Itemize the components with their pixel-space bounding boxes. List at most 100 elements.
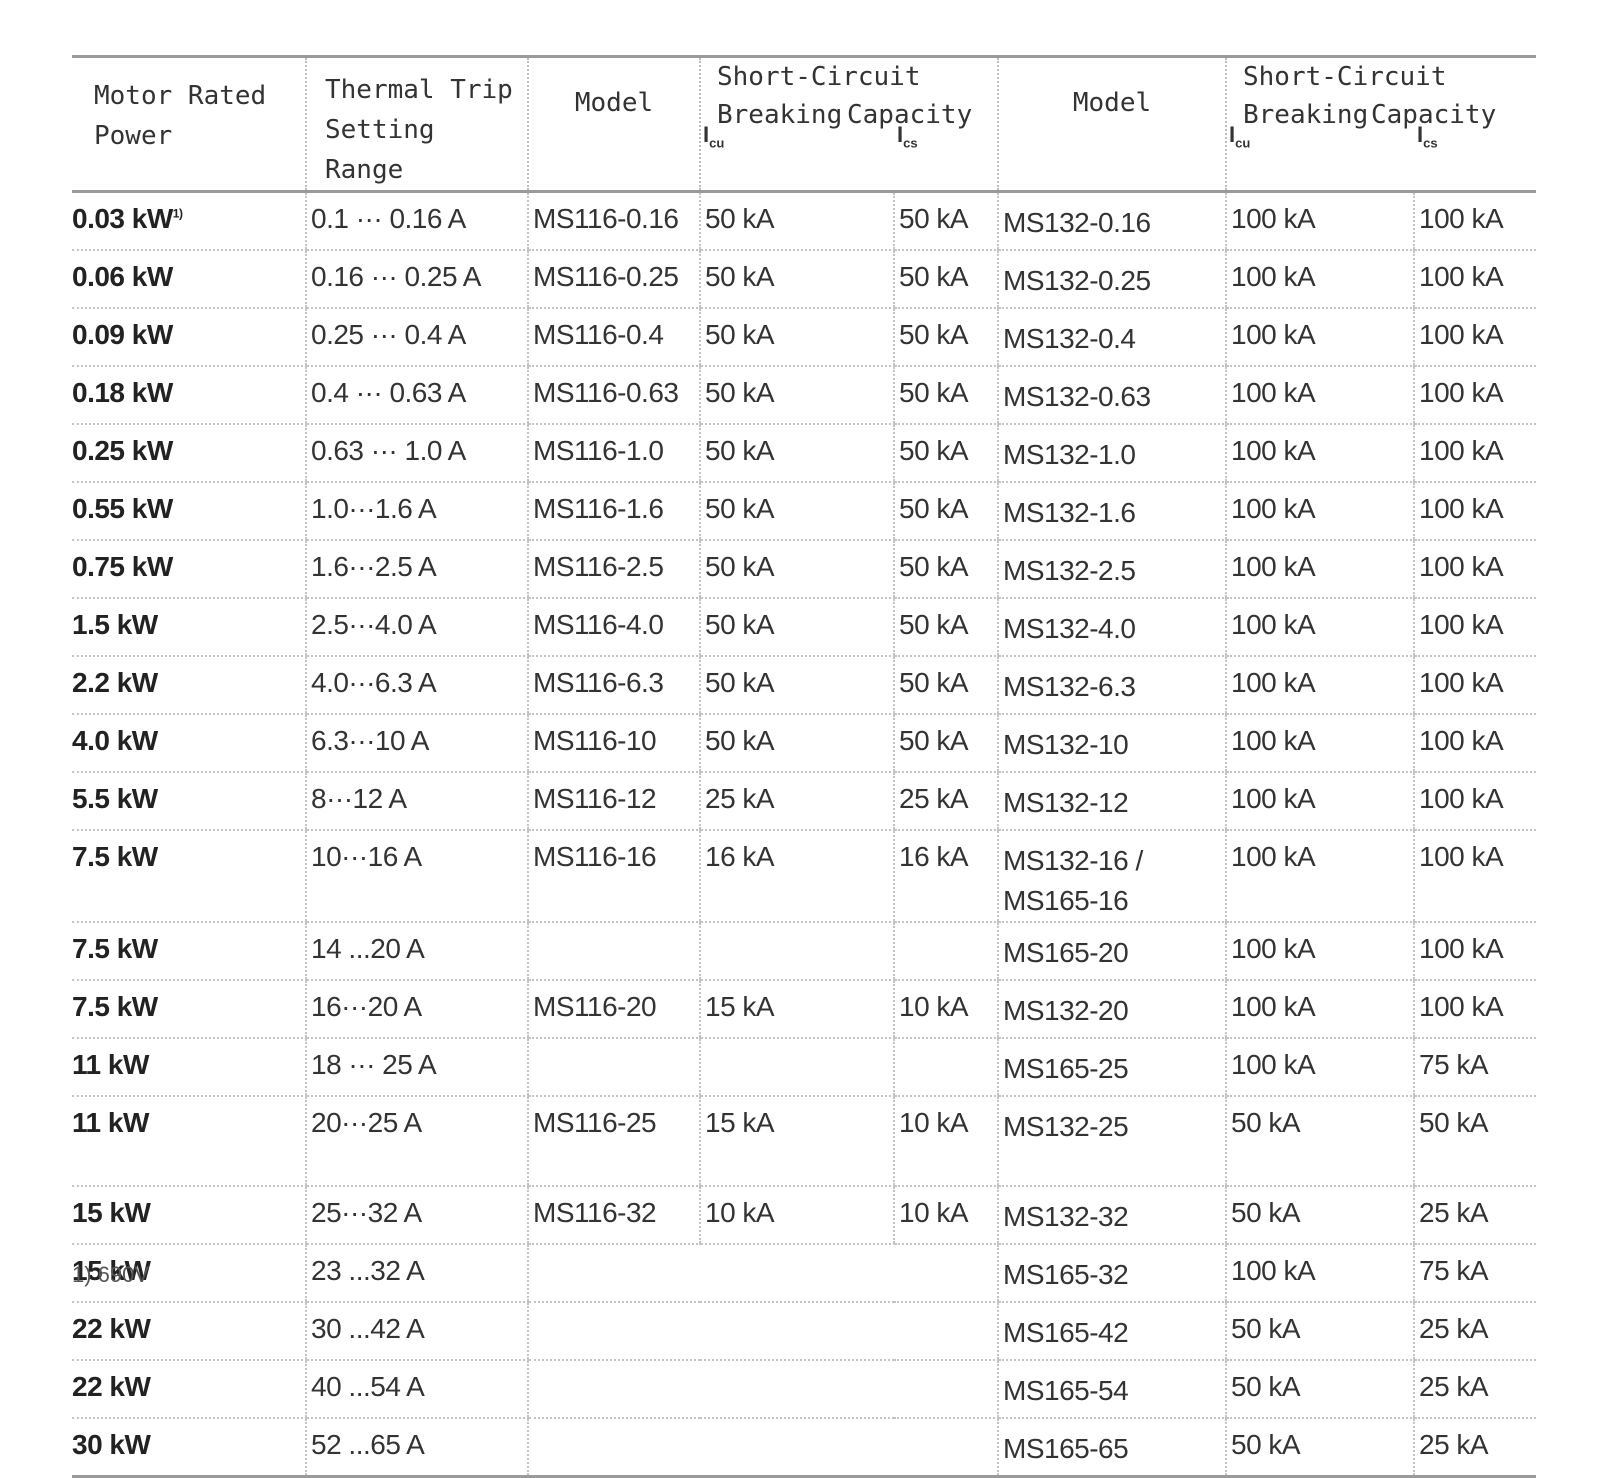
cell-model-ms116 — [527, 1244, 700, 1303]
cell-ics-ms116: 50 kA — [893, 250, 998, 309]
cell-model-ms132-ms165: MS132-0.63 — [997, 366, 1226, 425]
cell-motor-power: 15 kW — [72, 1186, 306, 1245]
cell-model-ms116: MS116-16 — [527, 830, 700, 923]
model-value: MS132-0.4 — [1003, 323, 1136, 354]
model-value: MS132-16 / — [1003, 845, 1143, 876]
cell-icu-ms116: 25 kA — [699, 772, 894, 831]
cell-model-ms132-ms165: MS132-0.4 — [997, 308, 1226, 367]
cell-icu-ms132: 100 kA — [1225, 482, 1414, 541]
cell-motor-power: 4.0 kW — [72, 714, 306, 773]
motor-power-value: 11 kW — [72, 1107, 149, 1138]
cell-icu-ms116 — [700, 1418, 894, 1478]
header-short-circuit-ms116: Short-Circuit Breaking Capacity Icu Ics — [699, 56, 998, 192]
cell-icu-ms116 — [700, 1360, 894, 1419]
model-value-secondary: MS165-16 — [1003, 885, 1129, 916]
header-thermal-line1: Thermal Trip — [325, 75, 513, 105]
cell-ics-ms132: 100 kA — [1413, 308, 1536, 367]
cell-ics-ms116: 50 kA — [893, 714, 998, 773]
cell-thermal-range: 0.16 ··· 0.25 A — [305, 250, 528, 309]
cell-icu-ms116: 50 kA — [699, 250, 894, 309]
cell-ics-ms132: 100 kA — [1413, 366, 1536, 425]
table-row: 7.5 kW 10···16 A MS116-16 16 kA 16 kA MS132-1… — [72, 830, 1536, 923]
cell-model-ms116 — [527, 1360, 700, 1419]
cell-model-ms132-ms165: MS165-65 — [997, 1418, 1226, 1478]
cell-model-ms132-ms165: MS165-54 — [997, 1360, 1226, 1419]
cell-thermal-range: 0.25 ··· 0.4 A — [305, 308, 528, 367]
motor-power-value: 1.5 kW — [72, 609, 158, 640]
model-value: MS132-10 — [1003, 729, 1129, 760]
table-body: 0.03 kW1) 0.1 ··· 0.16 A MS116-0.16 50 kA 50… — [72, 191, 1536, 1478]
cell-model-ms116: MS116-1.0 — [527, 424, 700, 483]
cell-thermal-range: 18 ··· 25 A — [305, 1038, 528, 1097]
model-value: MS165-65 — [1003, 1433, 1129, 1464]
cell-icu-ms116: 50 kA — [699, 656, 894, 715]
table-row: 11 kW 20···25 A MS116-25 15 kA 10 kA MS132-25… — [72, 1096, 1536, 1187]
cell-motor-power: 0.09 kW — [72, 308, 306, 367]
model-value: MS132-0.16 — [1003, 207, 1151, 238]
header-short-circuit-ms132: Short-Circuit Breaking Capacity Icu Ics — [1225, 56, 1536, 192]
table-row: 0.06 kW 0.16 ··· 0.25 A MS116-0.25 50 kA 50 … — [72, 250, 1536, 309]
cell-model-ms116: MS116-10 — [527, 714, 700, 773]
cell-ics-ms116: 50 kA — [893, 482, 998, 541]
cell-model-ms132-ms165: MS132-4.0 — [997, 598, 1226, 657]
table-row: 0.55 kW 1.0···1.6 A MS116-1.6 50 kA 50 kA MS1… — [72, 482, 1536, 541]
motor-power-value: 5.5 kW — [72, 783, 158, 814]
model-value: MS132-1.0 — [1003, 439, 1136, 470]
cell-icu-ms116: 50 kA — [699, 598, 894, 657]
cell-thermal-range: 8···12 A — [305, 772, 528, 831]
cell-ics-ms116: 50 kA — [893, 366, 998, 425]
footnote-marker: 1) — [172, 206, 183, 221]
cell-icu-ms132: 100 kA — [1225, 191, 1414, 251]
motor-protection-table-container: Motor Rated Power Thermal Trip Setting R… — [72, 55, 1536, 1478]
cell-model-ms132-ms165: MS132-1.6 — [997, 482, 1226, 541]
header-icu-2: Icu — [1229, 122, 1250, 150]
header-sc-breaking-2: Breaking — [1243, 100, 1369, 130]
cell-model-ms132-ms165: MS165-32 — [997, 1244, 1226, 1303]
table-row: 0.18 kW 0.4 ··· 0.63 A MS116-0.63 50 kA 50 k… — [72, 366, 1536, 425]
cell-motor-power: 7.5 kW — [72, 830, 306, 923]
model-value: MS132-12 — [1003, 787, 1129, 818]
cell-thermal-range: 14 ...20 A — [305, 922, 528, 981]
cell-motor-power: 7.5 kW — [72, 980, 306, 1039]
motor-power-value: 0.18 kW — [72, 377, 173, 408]
cell-icu-ms132: 100 kA — [1225, 1038, 1414, 1097]
cell-model-ms116: MS116-20 — [527, 980, 700, 1039]
motor-power-value: 2.2 kW — [72, 667, 158, 698]
cell-model-ms132-ms165: MS132-25 — [997, 1096, 1226, 1187]
cell-icu-ms116: 50 kA — [699, 308, 894, 367]
motor-power-value: 22 kW — [72, 1313, 151, 1344]
header-icu-sub: cu — [709, 135, 725, 150]
cell-model-ms116 — [527, 1418, 700, 1478]
cell-model-ms132-ms165: MS165-25 — [997, 1038, 1226, 1097]
cell-model-ms116: MS116-25 — [527, 1096, 700, 1187]
table-row: 7.5 kW 14 ...20 A MS165-20 100 kA 100 kA — [72, 922, 1536, 981]
motor-power-value: 0.55 kW — [72, 493, 173, 524]
cell-ics-ms132: 100 kA — [1413, 980, 1536, 1039]
cell-ics-ms132: 100 kA — [1413, 191, 1536, 251]
cell-ics-ms132: 25 kA — [1413, 1360, 1536, 1419]
table-row: 15 kW 23 ...32 A MS165-32 100 kA 75 kA — [72, 1244, 1536, 1303]
model-value: MS165-20 — [1003, 937, 1129, 968]
cell-ics-ms132: 100 kA — [1413, 922, 1536, 981]
cell-motor-power: 11 kW — [72, 1096, 306, 1187]
cell-icu-ms116: 50 kA — [699, 540, 894, 599]
cell-icu-ms116: 50 kA — [699, 191, 894, 251]
cell-icu-ms132: 100 kA — [1225, 366, 1414, 425]
cell-ics-ms132: 100 kA — [1413, 598, 1536, 657]
motor-power-value: 0.25 kW — [72, 435, 173, 466]
cell-ics-ms116 — [894, 1360, 998, 1419]
header-motor-rated-power: Motor Rated Power — [72, 57, 306, 192]
cell-model-ms116: MS116-12 — [527, 772, 700, 831]
cell-motor-power: 5.5 kW — [72, 772, 306, 831]
cell-model-ms132-ms165: MS132-32 — [997, 1186, 1226, 1245]
header-model-ms132: Model — [997, 56, 1226, 192]
cell-thermal-range: 2.5···4.0 A — [305, 598, 528, 657]
cell-model-ms116: MS116-0.16 — [527, 191, 700, 251]
cell-ics-ms132: 25 kA — [1413, 1186, 1536, 1245]
cell-icu-ms116: 50 kA — [699, 424, 894, 483]
header-sc-title: Short-Circuit — [717, 62, 921, 92]
cell-icu-ms116: 50 kA — [699, 366, 894, 425]
cell-model-ms132-ms165: MS132-2.5 — [997, 540, 1226, 599]
motor-power-value: 15 kW — [72, 1197, 151, 1228]
cell-icu-ms132: 100 kA — [1225, 598, 1414, 657]
